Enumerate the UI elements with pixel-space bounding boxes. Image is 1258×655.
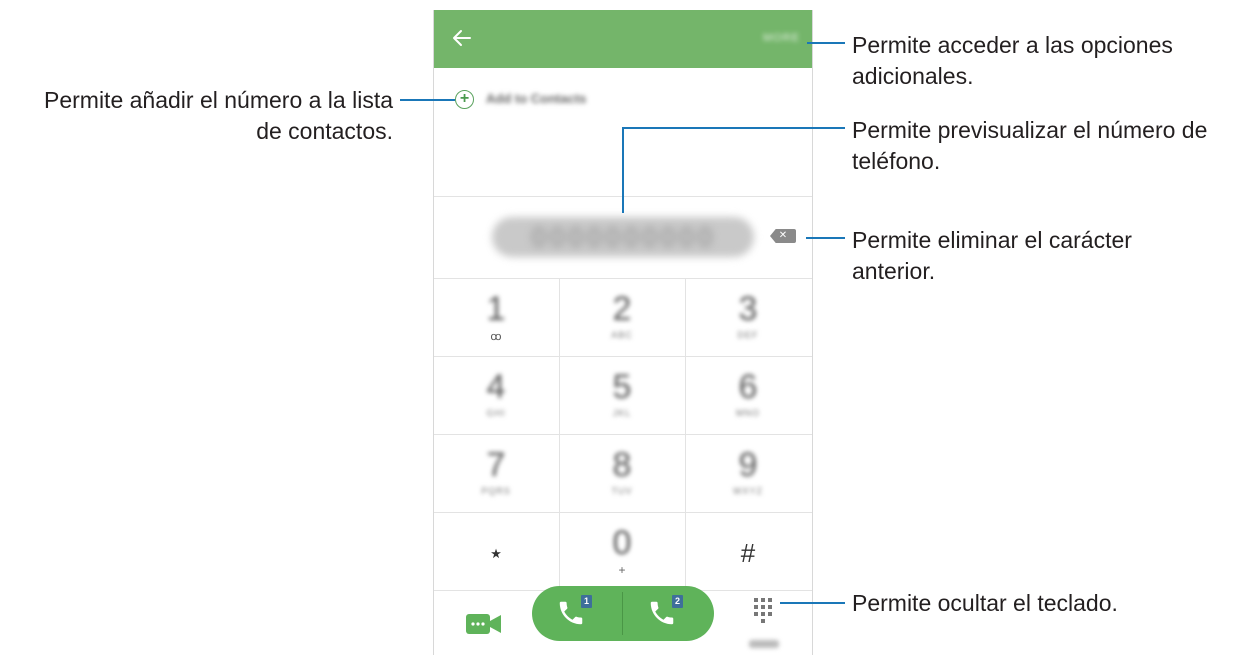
key-digit: 6 bbox=[738, 368, 758, 406]
key-hash[interactable]: # bbox=[686, 512, 810, 590]
dialpad-icon bbox=[754, 598, 772, 623]
more-button[interactable]: MORE bbox=[763, 32, 800, 44]
key-letters: JKL bbox=[612, 408, 632, 418]
callout-line bbox=[780, 602, 845, 604]
back-button[interactable] bbox=[448, 24, 476, 52]
hide-keypad-button[interactable] bbox=[752, 598, 776, 628]
sim-badge: 1 bbox=[581, 595, 592, 608]
hide-keypad-label bbox=[749, 640, 779, 648]
key-digit: 7 bbox=[486, 446, 506, 484]
key-3[interactable]: 3 DEF bbox=[686, 278, 810, 356]
callout-line-2: de contactos. bbox=[256, 118, 393, 144]
key-9[interactable]: 9 WXYZ bbox=[686, 434, 810, 512]
callout-line-1: Permite eliminar el carácter bbox=[852, 227, 1132, 253]
voicemail-icon: ꝏ bbox=[490, 331, 502, 343]
key-8[interactable]: 8 TUV bbox=[560, 434, 684, 512]
callout-line bbox=[807, 42, 845, 44]
key-letters: WXYZ bbox=[733, 486, 763, 496]
add-to-contacts-row[interactable]: + Add to Contacts bbox=[434, 88, 812, 118]
callout-more-options: Permite acceder a las opciones adicional… bbox=[852, 30, 1252, 92]
add-to-contacts-label: Add to Contacts bbox=[486, 91, 587, 106]
key-digit: 9 bbox=[738, 446, 758, 484]
callout-delete-character: Permite eliminar el carácter anterior. bbox=[852, 225, 1252, 287]
callout-line bbox=[433, 99, 455, 101]
key-4[interactable]: 4 GHI bbox=[434, 356, 558, 434]
key-letters: DEF bbox=[737, 330, 759, 340]
key-digit: 8 bbox=[612, 446, 632, 484]
video-call-icon bbox=[466, 614, 501, 634]
key-0[interactable]: 0 + bbox=[560, 512, 684, 590]
call-sim1-button[interactable]: 1 bbox=[532, 586, 623, 641]
key-digit: 3 bbox=[738, 290, 758, 328]
key-digit: ⋆ bbox=[487, 538, 505, 568]
key-digit: 2 bbox=[612, 290, 632, 328]
key-5[interactable]: 5 JKL bbox=[560, 356, 684, 434]
callout-line-1: Permite previsualizar el número de bbox=[852, 117, 1208, 143]
key-letters: GHI bbox=[486, 408, 506, 418]
call-buttons: 1 2 bbox=[532, 586, 714, 641]
key-letters: PQRS bbox=[481, 486, 511, 496]
callout-hide-keypad: Permite ocultar el teclado. bbox=[852, 590, 1118, 616]
app-bar: MORE bbox=[434, 10, 812, 68]
key-letters: MNO bbox=[736, 408, 760, 418]
plus-sign: + bbox=[618, 563, 626, 577]
sim-badge: 2 bbox=[672, 595, 683, 608]
backspace-icon[interactable]: ✕ bbox=[770, 229, 796, 243]
video-call-button[interactable] bbox=[466, 613, 502, 635]
callout-line-2: anterior. bbox=[852, 258, 936, 284]
key-digit: 5 bbox=[612, 368, 632, 406]
key-6[interactable]: 6 MNO bbox=[686, 356, 810, 434]
key-star[interactable]: ⋆ bbox=[434, 512, 558, 590]
callout-line bbox=[622, 127, 624, 213]
key-digit: 1 bbox=[486, 290, 506, 328]
number-display-value: 0000000000 bbox=[531, 222, 717, 252]
arrow-left-icon bbox=[453, 30, 471, 46]
plus-circle-icon: + bbox=[455, 90, 474, 109]
key-digit: # bbox=[740, 538, 756, 568]
callout-line bbox=[806, 237, 845, 239]
callout-line-2: adicionales. bbox=[852, 63, 974, 89]
key-1[interactable]: 1 ꝏ bbox=[434, 278, 558, 356]
key-7[interactable]: 7 PQRS bbox=[434, 434, 558, 512]
callout-line-1: Permite acceder a las opciones bbox=[852, 32, 1173, 58]
key-digit: 4 bbox=[486, 368, 506, 406]
callout-line-1: Permite añadir el número a la lista bbox=[44, 87, 393, 113]
dialer-screen: MORE + Add to Contacts 0000000000 ✕ 1 ꝏ … bbox=[433, 10, 813, 655]
callout-preview-number: Permite previsualizar el número de teléf… bbox=[852, 115, 1252, 177]
key-letters: ABC bbox=[611, 330, 633, 340]
key-digit: 0 bbox=[612, 524, 632, 562]
callout-line bbox=[400, 99, 433, 101]
call-sim2-button[interactable]: 2 bbox=[623, 586, 714, 641]
callout-line-2: teléfono. bbox=[852, 148, 941, 174]
key-letters: TUV bbox=[611, 486, 633, 496]
callout-line bbox=[622, 127, 845, 129]
callout-add-contact: Permite añadir el número a la lista de c… bbox=[0, 85, 393, 147]
key-2[interactable]: 2 ABC bbox=[560, 278, 684, 356]
